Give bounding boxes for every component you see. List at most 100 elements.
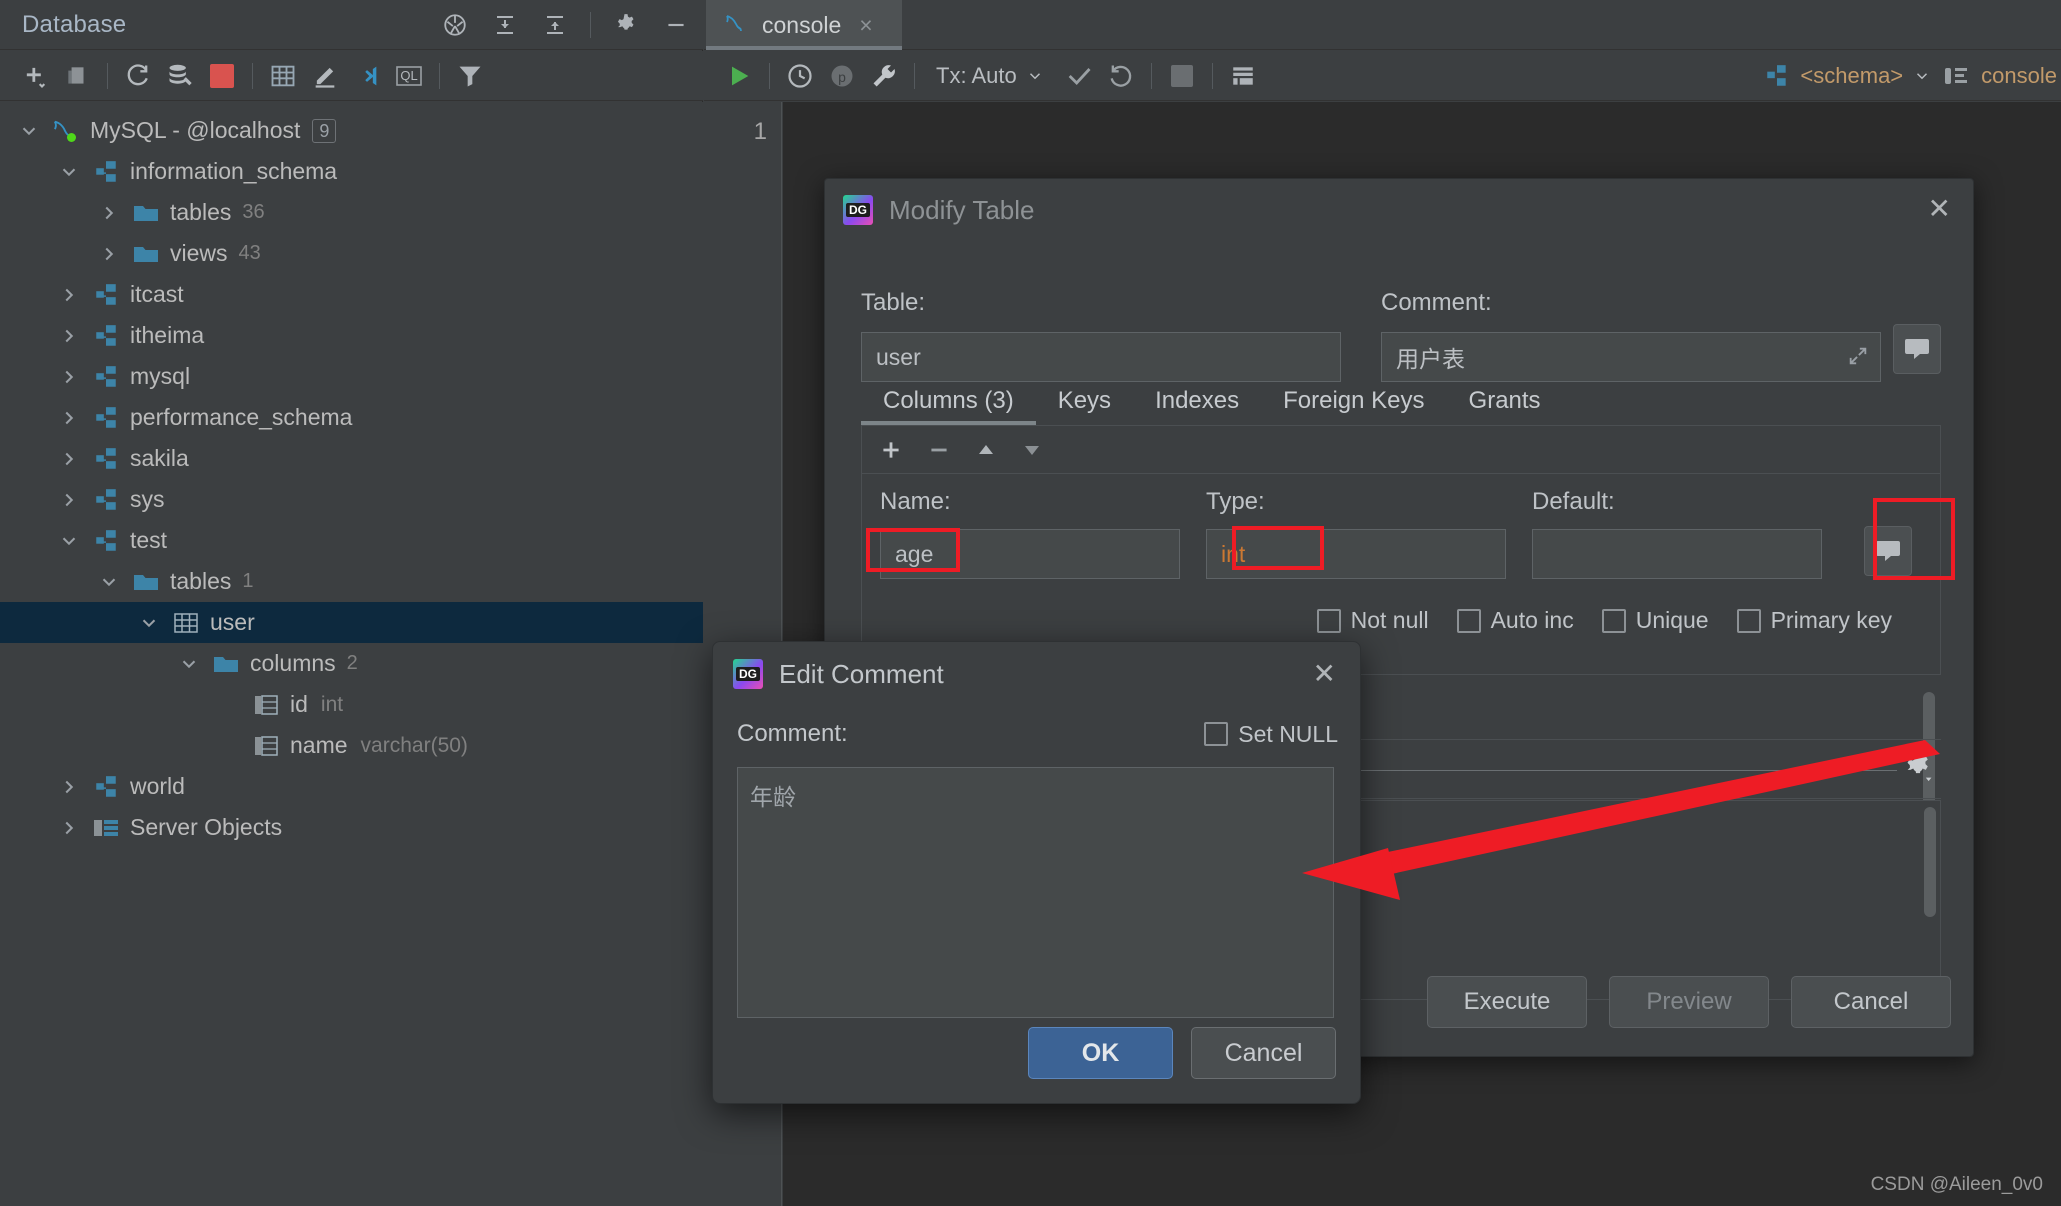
close-icon[interactable]: ✕ — [1313, 660, 1336, 688]
chevron-down-icon[interactable] — [18, 120, 40, 142]
stop-icon[interactable] — [201, 55, 243, 97]
pin-icon[interactable] — [440, 10, 470, 40]
checkbox-box[interactable] — [1204, 722, 1229, 746]
chevron-right-icon[interactable] — [58, 284, 80, 306]
grid-icon[interactable] — [1222, 55, 1264, 97]
commit-check-icon[interactable] — [1058, 55, 1100, 97]
session-selector[interactable]: console — [1943, 63, 2057, 89]
collapse-all-icon[interactable] — [540, 10, 570, 40]
sql-preview-scrollbar[interactable] — [1924, 807, 1936, 917]
tree-item-mysql-localhost[interactable]: MySQL - @localhost 9 — [0, 110, 703, 151]
table-icon[interactable] — [262, 55, 304, 97]
comment-textarea[interactable]: 年龄 — [737, 767, 1334, 1018]
tree-item-tables[interactable]: tables 1 — [0, 561, 703, 602]
edit-icon[interactable] — [304, 55, 346, 97]
chevron-right-icon[interactable] — [58, 489, 80, 511]
tab-foreign-keys[interactable]: Foreign Keys — [1261, 387, 1446, 425]
column-comment-button[interactable] — [1864, 526, 1912, 576]
checkbox-auto-inc[interactable]: Auto inc — [1456, 607, 1574, 634]
chevron-right-icon[interactable] — [58, 407, 80, 429]
tree-item-sys[interactable]: sys — [0, 479, 703, 520]
tree-item-information-schema[interactable]: information_schema — [0, 151, 703, 192]
add-row-icon[interactable] — [878, 437, 904, 463]
table-comment-input[interactable]: 用户表 — [1381, 332, 1881, 382]
move-down-icon[interactable] — [1020, 438, 1044, 462]
ql-icon[interactable]: QL — [388, 55, 430, 97]
ok-button[interactable]: OK — [1028, 1027, 1173, 1079]
tree-item-test[interactable]: test — [0, 520, 703, 561]
chevron-right-icon[interactable] — [58, 776, 80, 798]
add-icon[interactable] — [14, 55, 56, 97]
tab-indexes[interactable]: Indexes — [1133, 387, 1261, 425]
chevron-down-icon[interactable] — [138, 612, 160, 634]
tree-item-mysql[interactable]: mysql — [0, 356, 703, 397]
chevron-right-icon[interactable] — [58, 366, 80, 388]
expand-all-icon[interactable] — [490, 10, 520, 40]
tx-mode-selector[interactable]: Tx: Auto — [936, 63, 1044, 89]
tree-item-name[interactable]: name varchar(50) — [0, 725, 703, 766]
filter-icon[interactable] — [449, 55, 491, 97]
tree-item-performance-schema[interactable]: performance_schema — [0, 397, 703, 438]
checkbox-primary-key[interactable]: Primary key — [1736, 607, 1892, 634]
column-default-input[interactable] — [1532, 529, 1822, 579]
jump-to-icon[interactable] — [346, 55, 388, 97]
checkbox-box[interactable] — [1456, 608, 1481, 633]
column-name-input[interactable]: age — [880, 529, 1180, 579]
chevron-right-icon[interactable] — [98, 243, 120, 265]
cancel-button[interactable]: Cancel — [1191, 1027, 1336, 1079]
chevron-down-icon[interactable] — [98, 571, 120, 593]
cancel-button[interactable]: Cancel — [1791, 976, 1951, 1028]
database-tree[interactable]: MySQL - @localhost 9 information_schema tab… — [0, 102, 703, 1206]
refresh-icon[interactable] — [117, 55, 159, 97]
execute-button[interactable]: Execute — [1427, 976, 1587, 1028]
checkbox-box[interactable] — [1736, 608, 1761, 633]
tree-item-id[interactable]: id int — [0, 684, 703, 725]
chevron-right-icon[interactable] — [58, 325, 80, 347]
checkbox-unique[interactable]: Unique — [1601, 607, 1709, 634]
tab-columns-3-[interactable]: Columns (3) — [861, 387, 1036, 425]
tree-item-itheima[interactable]: itheima — [0, 315, 703, 356]
expand-editor-icon[interactable] — [1847, 345, 1869, 367]
profiler-icon[interactable]: p — [821, 55, 863, 97]
tab-grants[interactable]: Grants — [1447, 387, 1563, 425]
chevron-right-icon[interactable] — [58, 817, 80, 839]
checkbox-box[interactable] — [1601, 608, 1626, 633]
tree-item-itcast[interactable]: itcast — [0, 274, 703, 315]
tab-console[interactable]: console × — [706, 0, 902, 50]
modify-table-tabs[interactable]: Columns (3) Keys Indexes Foreign Keys Grants — [861, 379, 1941, 425]
tab-keys[interactable]: Keys — [1036, 387, 1133, 425]
tree-item-sakila[interactable]: sakila — [0, 438, 703, 479]
gear-dropdown-icon[interactable] — [1901, 750, 1935, 784]
remove-row-icon[interactable] — [926, 437, 952, 463]
rollback-icon[interactable] — [1100, 55, 1142, 97]
chevron-down-icon[interactable] — [58, 530, 80, 552]
tree-item-user[interactable]: user — [0, 602, 703, 643]
checkbox-set-null[interactable]: Set NULL — [1204, 721, 1338, 748]
wrench-icon[interactable] — [863, 55, 905, 97]
copy-icon[interactable] — [56, 55, 98, 97]
preview-button[interactable]: Preview — [1609, 976, 1769, 1028]
history-icon[interactable] — [779, 55, 821, 97]
tree-item-columns[interactable]: columns 2 — [0, 643, 703, 684]
tree-item-world[interactable]: world — [0, 766, 703, 807]
run-icon[interactable] — [718, 55, 760, 97]
column-type-input[interactable]: int — [1206, 529, 1506, 579]
table-name-input[interactable]: user — [861, 332, 1341, 382]
checkbox-box[interactable] — [1316, 608, 1341, 633]
move-up-icon[interactable] — [974, 438, 998, 462]
checkbox-not-null[interactable]: Not null — [1316, 607, 1429, 634]
db-tools-icon[interactable] — [159, 55, 201, 97]
tree-item-views[interactable]: views 43 — [0, 233, 703, 274]
tree-item-tables[interactable]: tables 36 — [0, 192, 703, 233]
close-icon[interactable]: × — [859, 12, 872, 39]
tree-item-server-objects[interactable]: Server Objects — [0, 807, 703, 848]
chevron-right-icon[interactable] — [98, 202, 120, 224]
chevron-down-icon[interactable] — [178, 653, 200, 675]
gear-icon[interactable] — [611, 10, 641, 40]
chevron-down-icon[interactable] — [58, 161, 80, 183]
close-icon[interactable]: ✕ — [1928, 195, 1951, 223]
schema-selector[interactable]: <schema> — [1764, 63, 1931, 89]
minimize-icon[interactable] — [661, 10, 691, 40]
table-comment-button[interactable] — [1893, 324, 1941, 374]
chevron-right-icon[interactable] — [58, 448, 80, 470]
